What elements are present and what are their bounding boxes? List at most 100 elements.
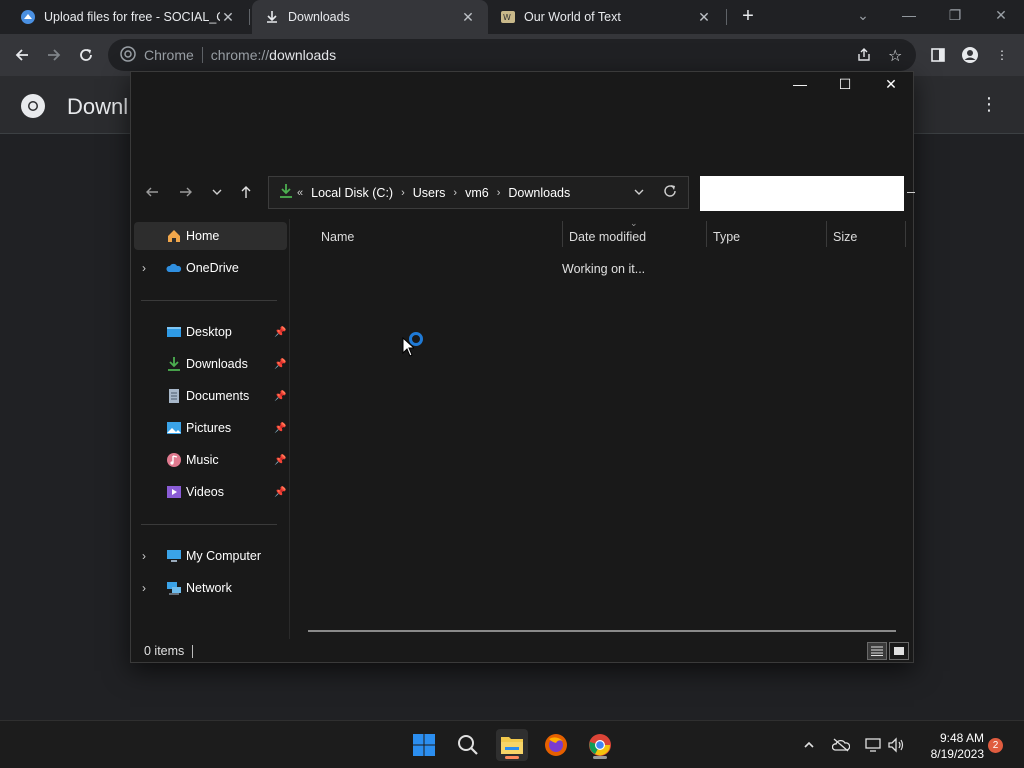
tab-search-icon[interactable]: ⌄ (851, 4, 875, 28)
search-input[interactable] (700, 176, 904, 211)
url-scheme: chrome:// (210, 47, 270, 63)
sidebar-item-documents[interactable]: Documents 📌 (134, 382, 287, 410)
file-list[interactable]: ⌄ Name Date modified Type Size Working o… (291, 218, 911, 639)
cloud-offline-icon[interactable] (831, 735, 851, 755)
status-divider (192, 645, 193, 658)
breadcrumb[interactable]: « Local Disk (C:) › Users › vm6 › Downlo… (268, 176, 689, 209)
search-icon[interactable] (452, 729, 484, 761)
breadcrumb-item[interactable]: Downloads (508, 186, 570, 200)
pin-icon[interactable]: 📌 (274, 455, 286, 466)
item-count: 0 items (144, 644, 185, 658)
omnibox-divider (201, 47, 203, 63)
close-window-button[interactable]: ✕ (989, 4, 1013, 28)
sidebar-item-label: My Computer (186, 549, 262, 563)
tab-upload-files[interactable]: Upload files for free - SOCIAL_CR ✕ (8, 0, 248, 34)
chevron-right-icon[interactable]: › (142, 581, 146, 595)
refresh-icon[interactable] (663, 184, 677, 201)
forward-button[interactable] (176, 182, 196, 202)
pin-icon[interactable]: 📌 (274, 487, 286, 498)
file-explorer-taskbar-button[interactable] (496, 729, 528, 761)
column-header-date-modified[interactable]: Date modified (569, 225, 705, 249)
chevron-right-icon[interactable]: › (142, 549, 146, 563)
address-bar[interactable]: Chrome chrome:// downloads ☆ (108, 39, 916, 71)
tab-our-world-of-text[interactable]: W Our World of Text ✕ (488, 0, 724, 34)
close-icon[interactable]: ✕ (696, 9, 712, 26)
bookmark-star-icon[interactable]: ☆ (888, 46, 902, 66)
sidebar-item-videos[interactable]: Videos 📌 (134, 478, 287, 506)
large-icons-view-button[interactable] (889, 642, 909, 660)
network-status-icon[interactable] (863, 735, 883, 755)
sidebar-item-desktop[interactable]: Desktop 📌 (134, 318, 287, 346)
column-divider[interactable] (826, 221, 827, 247)
chevron-right-icon[interactable]: › (401, 187, 405, 199)
minimize-button[interactable]: — (785, 76, 815, 96)
column-header-type[interactable]: Type (713, 225, 825, 249)
pane-divider[interactable] (289, 219, 290, 639)
chevron-down-icon[interactable] (633, 186, 645, 201)
column-header-size[interactable]: Size (833, 225, 903, 249)
sidebar-item-home[interactable]: Home (134, 222, 287, 250)
column-divider[interactable] (905, 221, 906, 247)
column-divider[interactable] (562, 221, 563, 247)
horizontal-scrollbar[interactable] (308, 630, 896, 632)
pin-icon[interactable]: 📌 (274, 391, 286, 402)
start-button[interactable] (408, 729, 440, 761)
music-icon (166, 452, 182, 468)
sidebar-item-network[interactable]: › Network (134, 574, 287, 602)
close-icon[interactable]: ✕ (220, 9, 236, 26)
chevron-right-icon[interactable]: › (142, 261, 146, 275)
forward-button[interactable] (42, 43, 66, 67)
restore-button[interactable]: ❐ (943, 4, 967, 28)
breadcrumb-item[interactable]: vm6 (465, 186, 489, 200)
side-panel-icon[interactable] (926, 43, 950, 67)
new-tab-button[interactable]: + (738, 6, 758, 27)
network-icon (166, 580, 182, 596)
close-icon[interactable]: ✕ (460, 9, 476, 26)
breadcrumb-item[interactable]: Local Disk (C:) (311, 186, 393, 200)
sidebar-item-label: Network (186, 581, 232, 595)
sidebar-item-label: Videos (186, 485, 224, 499)
column-header-name[interactable]: Name (321, 225, 561, 249)
up-button[interactable] (236, 182, 256, 202)
pin-icon[interactable]: 📌 (274, 423, 286, 434)
svg-text:W: W (503, 13, 511, 22)
sidebar-item-pictures[interactable]: Pictures 📌 (134, 414, 287, 442)
site-chip: Chrome (144, 47, 194, 63)
profile-avatar-icon[interactable] (958, 43, 982, 67)
back-button[interactable] (10, 43, 34, 67)
chrome-icon[interactable] (584, 729, 616, 761)
sidebar-item-label: Desktop (186, 325, 232, 339)
close-dialog-button[interactable]: ✕ (876, 76, 906, 96)
kebab-menu-icon[interactable]: ⋮ (990, 43, 1014, 67)
column-divider[interactable] (706, 221, 707, 247)
volume-icon[interactable] (886, 735, 906, 755)
kebab-menu-icon[interactable]: ⋮ (980, 94, 998, 115)
firefox-icon[interactable] (540, 729, 572, 761)
breadcrumb-item[interactable]: Users (413, 186, 446, 200)
sidebar-item-my-computer[interactable]: › My Computer (134, 542, 287, 570)
minimize-button[interactable]: — (897, 4, 921, 28)
notification-badge[interactable]: 2 (988, 738, 1003, 753)
computer-icon (166, 548, 182, 564)
pin-icon[interactable]: 📌 (274, 359, 286, 370)
chevron-right-icon[interactable]: › (497, 187, 501, 199)
sidebar-item-downloads[interactable]: Downloads 📌 (134, 350, 287, 378)
pin-icon[interactable]: 📌 (274, 327, 286, 338)
sidebar-item-onedrive[interactable]: › OneDrive (134, 254, 287, 282)
world-icon: W (500, 9, 516, 25)
sidebar-divider (141, 300, 277, 301)
chevron-up-icon[interactable] (799, 735, 819, 755)
recent-locations-chevron-icon[interactable] (207, 182, 227, 202)
breadcrumb-overflow[interactable]: « (297, 187, 303, 199)
reload-button[interactable] (74, 43, 98, 67)
details-view-button[interactable] (867, 642, 887, 660)
back-button[interactable] (142, 182, 162, 202)
chevron-right-icon[interactable]: › (453, 187, 457, 199)
system-clock[interactable]: 9:48 AM 8/19/2023 (918, 730, 984, 762)
clock-time: 9:48 AM (939, 731, 984, 745)
maximize-button[interactable]: ☐ (830, 76, 860, 96)
share-icon[interactable] (856, 47, 872, 66)
sidebar-item-music[interactable]: Music 📌 (134, 446, 287, 474)
tab-downloads[interactable]: Downloads ✕ (252, 0, 488, 34)
home-icon (166, 228, 182, 244)
